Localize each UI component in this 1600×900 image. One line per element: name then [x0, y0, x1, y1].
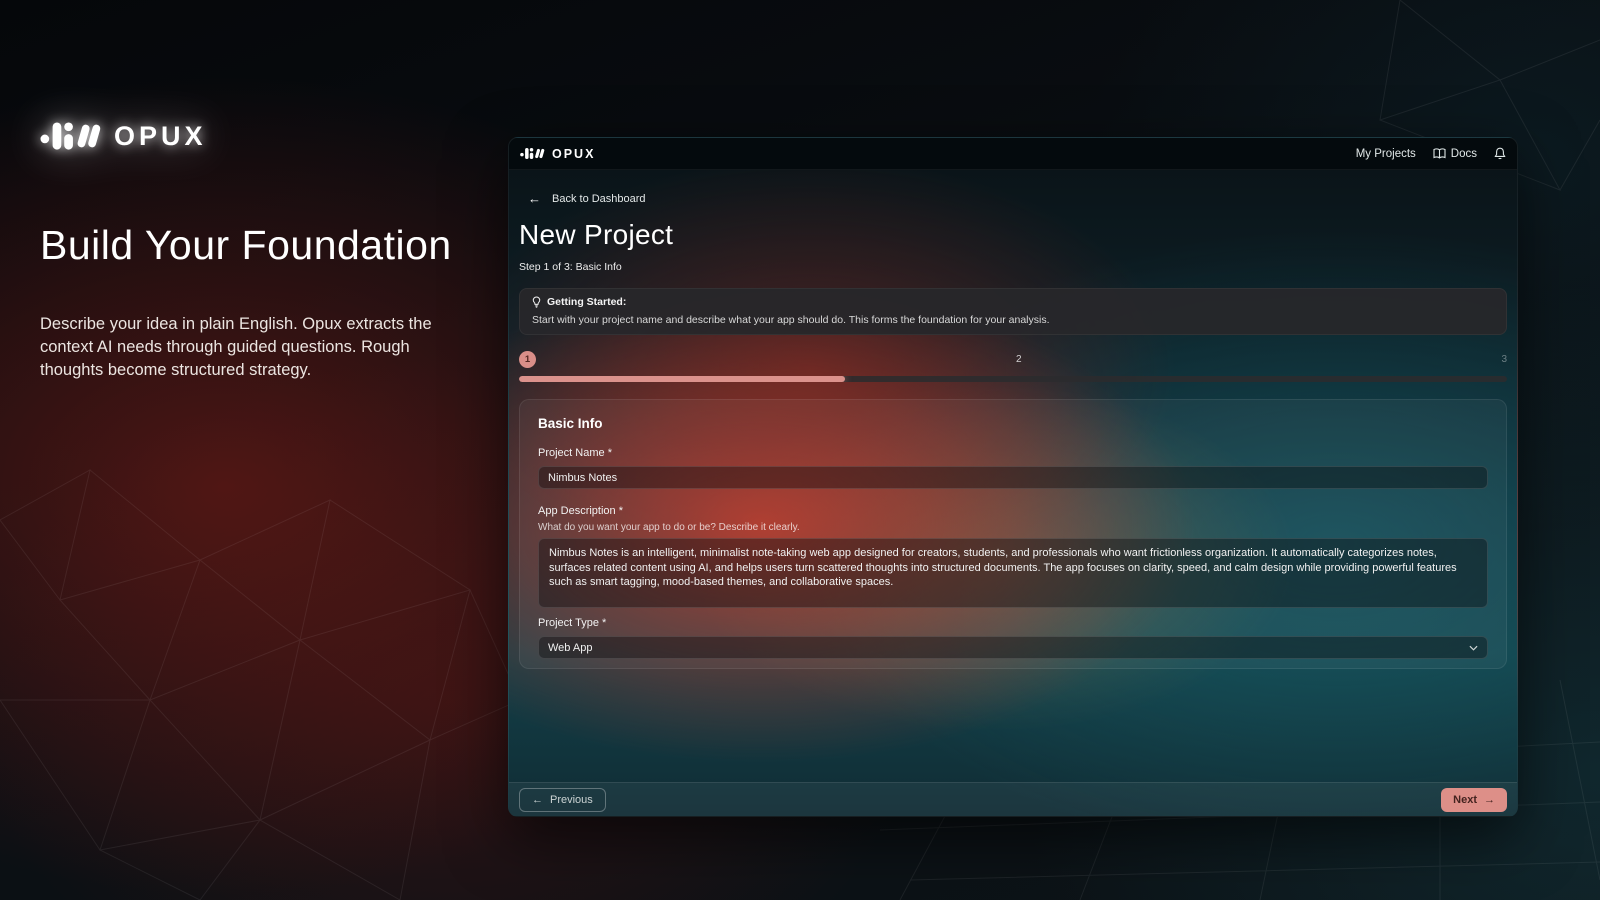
opux-logo: OPUX [40, 118, 480, 154]
arrow-left-icon: ← [528, 191, 541, 206]
app-description-label: App Description * [538, 505, 1488, 517]
app-logo[interactable]: OPUX [520, 146, 595, 161]
progress-track [519, 376, 1507, 382]
step-label-2: 2 [1016, 354, 1022, 365]
card-section-title: Basic Info [538, 416, 1488, 431]
basic-info-card: Basic Info Project Name * App Descriptio… [519, 399, 1507, 669]
arrow-right-icon: → [1484, 794, 1495, 806]
project-type-label: Project Type * [538, 617, 1488, 629]
getting-started-tip-box: Getting Started: Start with your project… [519, 288, 1507, 335]
hero-description: Describe your idea in plain English. Opu… [40, 313, 450, 382]
project-type-value: Web App [548, 642, 592, 654]
bell-icon [1494, 147, 1506, 160]
step-badge-1: 1 [519, 351, 536, 368]
project-name-input[interactable] [538, 466, 1488, 489]
arrow-left-icon: ← [532, 794, 543, 806]
next-button[interactable]: Next → [1441, 788, 1507, 812]
nav-my-projects-label: My Projects [1356, 148, 1416, 160]
app-description-helper: What do you want your app to do or be? D… [538, 522, 1488, 533]
lightbulb-icon [532, 296, 541, 308]
back-to-dashboard-link[interactable]: ← Back to Dashboard [519, 191, 646, 206]
app-description-textarea[interactable]: Nimbus Notes is an intelligent, minimali… [538, 538, 1488, 608]
step-label-3: 3 [1501, 354, 1507, 365]
project-type-select[interactable]: Web App [538, 636, 1488, 659]
progress-fill [519, 376, 845, 382]
hero-brand-wordmark: OPUX [114, 121, 207, 152]
book-icon [1433, 148, 1446, 159]
hero-panel: OPUX Build Your Foundation Describe your… [40, 118, 480, 382]
tip-title: Getting Started: [547, 296, 626, 308]
project-name-label: Project Name * [538, 447, 1488, 459]
nav-link-my-projects[interactable]: My Projects [1356, 148, 1416, 160]
previous-button-label: Previous [550, 794, 593, 806]
topbar-nav: My Projects Docs [1356, 147, 1506, 160]
page-title: New Project [519, 219, 1507, 251]
step-indicator: Step 1 of 3: Basic Info [519, 261, 1507, 273]
hero-title: Build Your Foundation [40, 222, 480, 269]
opux-logo-mark-icon [40, 118, 102, 154]
next-button-label: Next [1453, 794, 1477, 806]
app-brand-wordmark: OPUX [552, 147, 595, 161]
nav-docs-label: Docs [1451, 148, 1477, 160]
app-window: OPUX My Projects Docs [508, 137, 1518, 817]
back-link-label: Back to Dashboard [552, 193, 646, 205]
nav-link-docs[interactable]: Docs [1433, 148, 1477, 160]
chevron-down-icon [1469, 645, 1478, 651]
window-content: ← Back to Dashboard New Project Step 1 o… [509, 170, 1517, 782]
previous-button[interactable]: ← Previous [519, 788, 606, 812]
tip-body: Start with your project name and describ… [532, 314, 1494, 326]
opux-logo-mark-icon [520, 146, 545, 161]
app-topbar: OPUX My Projects Docs [509, 138, 1517, 170]
wizard-footer: ← Previous Next → [509, 782, 1517, 816]
notifications-button[interactable] [1494, 147, 1506, 160]
wizard-steps: 1 2 3 [519, 351, 1507, 368]
